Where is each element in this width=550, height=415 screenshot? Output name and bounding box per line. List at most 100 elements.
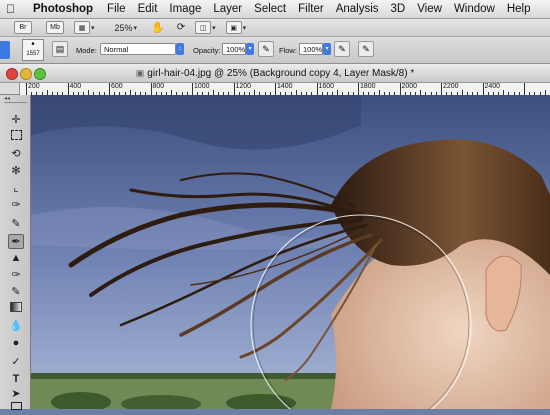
flow-label: Flow: bbox=[279, 46, 297, 55]
panel-collapse-icon[interactable]: ◂◂ bbox=[4, 97, 27, 103]
close-window-button[interactable] bbox=[6, 68, 18, 80]
mode-select[interactable]: Normal bbox=[100, 43, 176, 55]
menu-select[interactable]: Select bbox=[248, 3, 292, 15]
document-icon: ▣ bbox=[136, 68, 145, 78]
rectangle-icon[interactable] bbox=[8, 400, 24, 415]
arrange-documents-button[interactable]: ◫ bbox=[195, 21, 211, 34]
tool-preset-picker[interactable] bbox=[0, 41, 10, 59]
dodge-icon[interactable]: ● bbox=[8, 336, 24, 351]
mode-label: Mode: bbox=[76, 46, 97, 55]
menu-help[interactable]: Help bbox=[501, 3, 537, 15]
zoom-window-button[interactable] bbox=[34, 68, 46, 80]
chevron-down-icon: ▾ bbox=[91, 24, 95, 32]
ruler-tick bbox=[441, 83, 442, 95]
menu-file[interactable]: File bbox=[101, 3, 132, 15]
blur-icon[interactable]: 💧 bbox=[8, 319, 24, 334]
tablet-pressure-opacity-icon[interactable]: ✎ bbox=[258, 41, 274, 57]
menu-filter[interactable]: Filter bbox=[292, 3, 330, 15]
menu-image[interactable]: Image bbox=[163, 3, 207, 15]
eraser-icon[interactable]: ✎ bbox=[8, 285, 24, 300]
hand-icon[interactable]: ✋ bbox=[151, 21, 165, 34]
bridge-button[interactable]: Br bbox=[14, 21, 32, 34]
crop-icon[interactable]: ⌞ bbox=[8, 181, 24, 196]
ruler-tick bbox=[192, 83, 193, 95]
mode-select-arrows[interactable]: ↕ bbox=[176, 43, 184, 55]
ruler-label: 1800 bbox=[360, 83, 376, 90]
menu-edit[interactable]: Edit bbox=[132, 3, 164, 15]
pen-icon[interactable]: ✓ bbox=[8, 355, 24, 370]
ruler-label: 2200 bbox=[443, 83, 459, 90]
menu-3d[interactable]: 3D bbox=[385, 3, 412, 15]
brush-icon[interactable]: ✒ bbox=[8, 234, 24, 249]
brush-panel-toggle-icon[interactable]: ▤ bbox=[52, 41, 68, 57]
bridge-label: Br bbox=[20, 24, 27, 31]
document-canvas[interactable] bbox=[31, 95, 550, 409]
apple-icon[interactable]:  bbox=[0, 2, 21, 16]
ruler-label: 2400 bbox=[485, 83, 501, 90]
gradient-icon[interactable] bbox=[8, 302, 24, 317]
ruler-origin[interactable] bbox=[0, 83, 20, 95]
ruler-tick bbox=[109, 83, 110, 95]
zoom-level[interactable]: 25% bbox=[115, 23, 133, 33]
grid-icon: ▦ bbox=[79, 24, 86, 32]
ruler-tick bbox=[524, 83, 525, 95]
airbrush-icon[interactable]: ✎ bbox=[334, 41, 350, 57]
brush-preset-picker[interactable]: • 1557 bbox=[22, 39, 44, 61]
eyedropper-icon[interactable]: ✑ bbox=[8, 198, 24, 213]
minimize-window-button[interactable] bbox=[20, 68, 32, 80]
document-title-bar: ▣girl-hair-04.jpg @ 25% (Background copy… bbox=[0, 64, 550, 83]
flow-input[interactable]: 100% bbox=[299, 43, 323, 55]
ruler-tick bbox=[317, 83, 318, 95]
rotate-view-icon[interactable]: ⟳ bbox=[177, 22, 185, 33]
brush-tip-icon: • bbox=[23, 40, 43, 50]
history-brush-icon[interactable]: ✑ bbox=[8, 268, 24, 283]
flow-dropdown[interactable]: ▾ bbox=[323, 43, 331, 55]
menu-analysis[interactable]: Analysis bbox=[330, 3, 385, 15]
mini-bridge-label: Mb bbox=[50, 24, 60, 31]
ruler-label: 1600 bbox=[319, 83, 335, 90]
menu-window[interactable]: Window bbox=[448, 3, 501, 15]
ruler-tick bbox=[275, 83, 276, 95]
ruler-tick bbox=[68, 83, 69, 95]
ruler-tick bbox=[234, 83, 235, 95]
menu-app-name[interactable]: Photoshop bbox=[21, 3, 101, 15]
ruler-tick bbox=[400, 83, 401, 95]
ruler-tick bbox=[151, 83, 152, 95]
ruler-tick bbox=[26, 83, 27, 95]
options-bar: • 1557 ▤ Mode: Normal ↕ Opacity: 100% ▾ … bbox=[0, 37, 550, 64]
marquee-icon[interactable] bbox=[8, 130, 24, 145]
ruler-label: 800 bbox=[153, 83, 165, 90]
menu-layer[interactable]: Layer bbox=[207, 3, 248, 15]
ruler-label: 1200 bbox=[236, 83, 252, 90]
ruler-label: 1400 bbox=[277, 83, 293, 90]
spot-healing-icon[interactable]: ✎ bbox=[8, 217, 24, 232]
clone-stamp-icon[interactable]: ▲ bbox=[8, 251, 24, 266]
tools-panel: ◂◂ ✛ ⟲ ✻ ⌞ ✑ ✎ ✒ ▲ ✑ ✎ 💧 ● ✓ T ➤ bbox=[0, 95, 31, 409]
chevron-down-icon: ▾ bbox=[243, 24, 247, 32]
opacity-label: Opacity: bbox=[193, 46, 221, 55]
view-extras-button[interactable]: ▦ bbox=[74, 21, 90, 34]
move-icon[interactable]: ✛ bbox=[8, 113, 24, 128]
tablet-pressure-size-icon[interactable]: ✎ bbox=[358, 41, 374, 57]
opacity-input[interactable]: 100% bbox=[222, 43, 246, 55]
brush-size: 1557 bbox=[23, 50, 43, 58]
document-title: girl-hair-04.jpg @ 25% (Background copy … bbox=[147, 68, 414, 79]
application-bar: Br Mb ▦▾ 25%▾ ✋ ⟳ ◫▾ ▣▾ bbox=[0, 19, 550, 37]
ruler-label: 400 bbox=[70, 83, 82, 90]
opacity-dropdown[interactable]: ▾ bbox=[246, 43, 254, 55]
screen-mode-icon: ▣ bbox=[230, 24, 237, 32]
photo-canvas[interactable] bbox=[31, 95, 550, 409]
quick-selection-icon[interactable]: ✻ bbox=[8, 164, 24, 179]
screen-mode-button[interactable]: ▣ bbox=[226, 21, 242, 34]
ruler-label: 200 bbox=[28, 83, 40, 90]
ruler-label: 600 bbox=[111, 83, 123, 90]
ruler-label: 2000 bbox=[402, 83, 418, 90]
chevron-down-icon: ▾ bbox=[134, 24, 138, 32]
type-icon[interactable]: T bbox=[8, 372, 24, 387]
menu-bar:  Photoshop File Edit Image Layer Select… bbox=[0, 0, 550, 19]
mini-bridge-button[interactable]: Mb bbox=[46, 21, 64, 34]
lasso-icon[interactable]: ⟲ bbox=[8, 147, 24, 162]
treeline bbox=[31, 373, 361, 379]
menu-view[interactable]: View bbox=[411, 3, 448, 15]
ruler-label: 1000 bbox=[194, 83, 210, 90]
